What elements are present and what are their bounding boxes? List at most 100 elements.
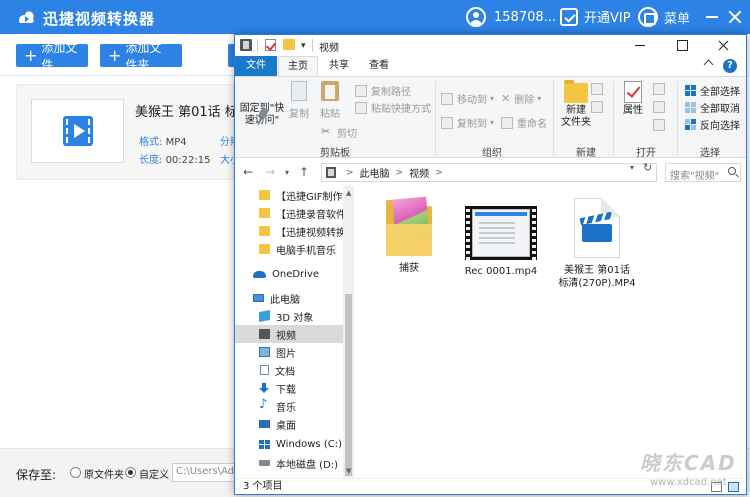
- file-item-rec-video[interactable]: Rec 0001.mp4: [459, 206, 543, 278]
- help-icon[interactable]: ?: [723, 59, 737, 73]
- breadcrumb-videos[interactable]: 视频: [409, 165, 429, 180]
- up-arrow-icon[interactable]: ↑: [299, 165, 309, 179]
- explorer-maximize-button[interactable]: [661, 35, 703, 56]
- folder-icon: [259, 208, 270, 218]
- nav-item-documents[interactable]: 文档: [235, 361, 343, 379]
- scrollbar-thumb[interactable]: [345, 294, 352, 476]
- breadcrumb-this-pc[interactable]: 此电脑: [360, 165, 390, 180]
- clipboard-icon: [321, 81, 339, 101]
- file-item-monkey-king-mp4[interactable]: 美猴王 第01话 标清(270P).MP4: [555, 197, 639, 290]
- large-icons-view-icon[interactable]: [728, 482, 739, 492]
- address-dropdown-icon[interactable]: ▾: [630, 163, 634, 172]
- tab-file[interactable]: 文件: [235, 56, 277, 76]
- select-all-button[interactable]: 全部选择: [685, 83, 740, 98]
- pin-quick-access-button[interactable]: 固定到"快 速访问": [239, 103, 285, 127]
- app-title: 迅捷视频转换器: [43, 10, 156, 28]
- properties-button[interactable]: 属性: [619, 81, 647, 117]
- mp4-file-icon: [574, 197, 621, 258]
- easy-access-icon[interactable]: [591, 101, 603, 113]
- invert-selection-button[interactable]: 反向选择: [685, 117, 740, 132]
- nav-item-videos[interactable]: 视频: [235, 325, 343, 343]
- delete-x-icon: ✕: [501, 92, 511, 105]
- menu-button[interactable]: 菜单: [638, 7, 690, 27]
- file-item-label: Rec 0001.mp4: [464, 266, 538, 277]
- tab-home[interactable]: 主页: [278, 56, 318, 76]
- address-box[interactable]: > 此电脑 > 视频 >: [321, 163, 657, 182]
- nav-item-3d-objects[interactable]: 3D 对象: [235, 307, 343, 325]
- new-folder-icon: [564, 80, 588, 103]
- nav-item-onedrive[interactable]: OneDrive: [235, 265, 343, 283]
- app-close-button[interactable]: [728, 10, 742, 24]
- user-account[interactable]: 158708...: [466, 7, 556, 27]
- paste-button[interactable]: 粘贴: [317, 81, 343, 121]
- forward-arrow-icon[interactable]: →: [265, 165, 275, 179]
- file-view: 捕获 Rec 0001.mp4 美猴王 第01话 标清(270P).MP4: [355, 186, 746, 478]
- refresh-icon[interactable]: ↻: [643, 161, 652, 174]
- new-folder-icon[interactable]: [283, 39, 295, 50]
- file-item-capture-folder[interactable]: 捕获: [367, 196, 451, 275]
- file-list-item[interactable]: 美猴王 第01话 标清 格式: MP4 长度: 00:22:15 分辨 大小: [16, 84, 266, 180]
- edit-icon[interactable]: [653, 101, 665, 113]
- copy-to-button[interactable]: 复制到 ▾: [441, 115, 494, 130]
- ribbon-tabs: 文件 主页 共享 查看 ?: [235, 56, 746, 76]
- paste-shortcut-button[interactable]: 粘贴快捷方式: [355, 100, 431, 115]
- delete-button[interactable]: ✕ 删除 ▾: [501, 91, 541, 106]
- scroll-up-icon[interactable]: ▲: [346, 189, 351, 197]
- add-file-button[interactable]: + 添加文件: [16, 41, 88, 72]
- nav-item-downloads[interactable]: 下载: [235, 379, 343, 397]
- history-icon[interactable]: [653, 119, 665, 131]
- nav-item-pictures[interactable]: 图片: [235, 343, 343, 361]
- breadcrumb-separator-icon: >: [346, 167, 354, 178]
- copy-path-button[interactable]: 复制路径: [355, 83, 411, 98]
- nav-item-label: OneDrive: [272, 268, 320, 280]
- customize-toolbar-icon[interactable]: ▾: [301, 41, 306, 51]
- tab-share[interactable]: 共享: [319, 56, 359, 76]
- scroll-down-icon[interactable]: ▼: [346, 467, 351, 475]
- add-folder-label: 添加文件夹: [125, 40, 162, 72]
- app-logo-icon: [19, 11, 34, 23]
- open-icon[interactable]: [653, 83, 665, 95]
- nav-item-label: 【迅捷GIF制作】: [276, 191, 343, 203]
- breadcrumb-separator-icon: >: [435, 167, 443, 178]
- new-item-icon[interactable]: [591, 83, 603, 95]
- navigation-scrollbar[interactable]: ▲ ▼: [343, 186, 354, 478]
- file-explorer-window[interactable]: ▾ 视频 文件 主页 共享 查看 ? 固定到"快 速访问" 复制 粘贴 复制路径…: [234, 34, 747, 495]
- cut-button[interactable]: 剪切: [321, 125, 357, 141]
- nav-item-music-folder[interactable]: 电脑手机音乐: [235, 240, 343, 258]
- radio-custom-folder[interactable]: [125, 467, 136, 478]
- properties-check-icon: [624, 81, 642, 103]
- recent-locations-icon[interactable]: ▾: [285, 168, 289, 177]
- nav-item-windows-c[interactable]: Windows (C:): [235, 435, 343, 453]
- vip-button[interactable]: 开通VIP: [560, 7, 631, 26]
- search-icon[interactable]: [728, 167, 736, 175]
- select-none-button[interactable]: 全部取消: [685, 100, 740, 115]
- nav-item-music[interactable]: 音乐: [235, 397, 343, 415]
- chevron-down-icon: ▾: [490, 118, 495, 127]
- explorer-close-button[interactable]: [703, 35, 745, 56]
- back-arrow-icon[interactable]: ←: [243, 165, 253, 179]
- properties-check-icon[interactable]: [265, 39, 276, 51]
- nav-item-gif-folder[interactable]: 【迅捷GIF制作】: [235, 186, 343, 204]
- tab-view[interactable]: 查看: [359, 56, 399, 76]
- add-folder-button[interactable]: + 添加文件夹: [100, 41, 182, 72]
- ribbon-home: 固定到"快 速访问" 复制 粘贴 复制路径 粘贴快捷方式 剪切 剪贴板 移动到: [235, 76, 746, 159]
- save-path-input[interactable]: C:\Users\Ad: [172, 463, 238, 482]
- nav-item-recorder-folder[interactable]: 【迅捷录音软件: [235, 204, 343, 222]
- film-icon: [240, 39, 252, 51]
- app-minimize-button[interactable]: [706, 16, 718, 18]
- collapse-ribbon-icon[interactable]: [703, 59, 714, 70]
- nav-item-label: 【迅捷视频转换: [276, 227, 343, 239]
- nav-item-desktop[interactable]: 桌面: [235, 415, 343, 433]
- nav-item-this-pc[interactable]: 此电脑: [235, 289, 343, 307]
- nav-item-local-disk-d[interactable]: 本地磁盘 (D:): [235, 454, 343, 472]
- explorer-minimize-button[interactable]: [619, 35, 661, 56]
- vip-label: 开通VIP: [584, 11, 631, 26]
- copy-button[interactable]: 复制: [287, 81, 311, 121]
- radio-original-folder[interactable]: [70, 467, 81, 478]
- move-to-button[interactable]: 移动到 ▾: [441, 91, 494, 106]
- user-avatar-icon: [466, 7, 486, 27]
- select-all-icon: [685, 85, 696, 96]
- nav-item-converter-folder[interactable]: 【迅捷视频转换: [235, 222, 343, 240]
- plus-icon: +: [108, 45, 122, 65]
- rename-button[interactable]: 重命名: [501, 115, 547, 130]
